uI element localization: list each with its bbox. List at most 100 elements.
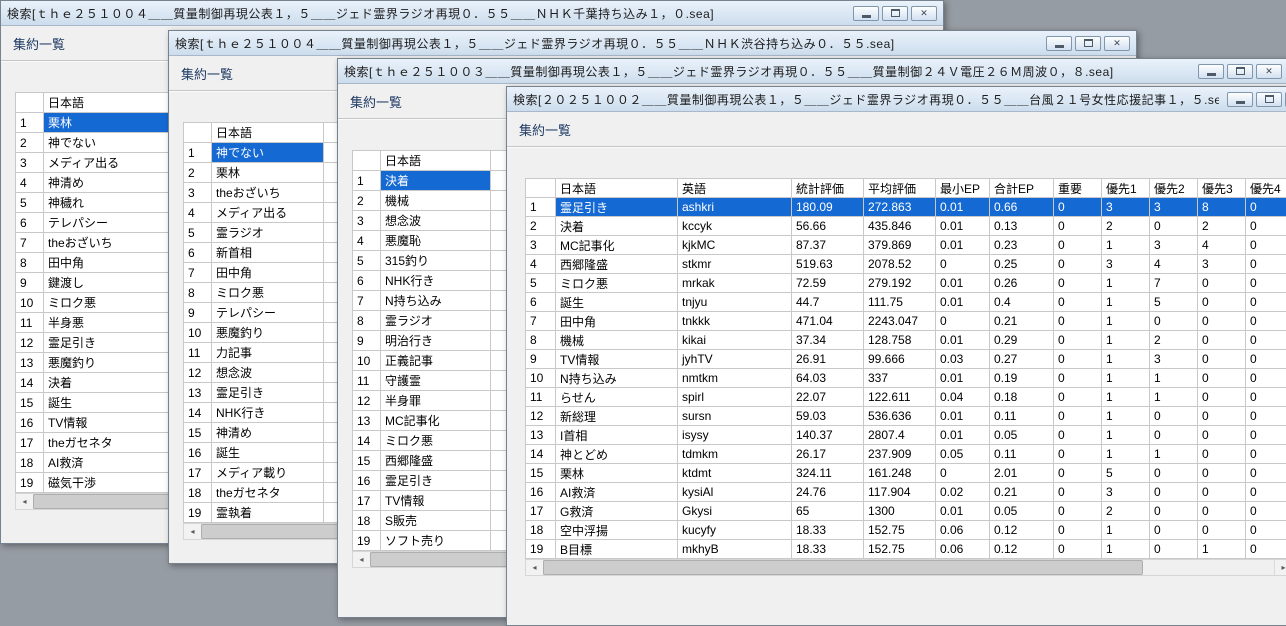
row-number-cell[interactable]: 5 bbox=[526, 274, 556, 293]
grid-cell[interactable]: 1 bbox=[1150, 445, 1198, 464]
grid-cell[interactable]: 140.37 bbox=[792, 426, 864, 445]
grid-cell[interactable]: 空中浮揚 bbox=[556, 521, 678, 540]
grid-cell[interactable]: メディア出る bbox=[212, 203, 324, 223]
grid-cell[interactable]: 0 bbox=[1246, 274, 1286, 293]
row-number-cell[interactable]: 19 bbox=[184, 503, 212, 523]
row-number-cell[interactable]: 15 bbox=[526, 464, 556, 483]
row-number-cell[interactable]: 1 bbox=[526, 198, 556, 217]
grid-cell[interactable]: 0.01 bbox=[936, 331, 990, 350]
grid-cell[interactable]: 0.18 bbox=[990, 388, 1054, 407]
row-number-cell[interactable]: 12 bbox=[16, 333, 44, 353]
table-row[interactable]: 19B目標mkhyB18.33152.750.060.1201010 bbox=[526, 540, 1286, 559]
scroll-thumb[interactable] bbox=[543, 560, 1143, 575]
table-row[interactable]: 12新総理sursn59.03536.6360.010.1101000 bbox=[526, 407, 1286, 426]
grid-cell[interactable]: 2807.4 bbox=[864, 426, 936, 445]
grid-cell[interactable]: kccyk bbox=[678, 217, 792, 236]
row-number-cell[interactable]: 4 bbox=[353, 231, 381, 251]
grid-cell[interactable]: 2 bbox=[1198, 217, 1246, 236]
scroll-left-button[interactable]: ◂ bbox=[353, 552, 371, 567]
grid-cell[interactable]: 0.01 bbox=[936, 426, 990, 445]
grid-cell[interactable]: 26.91 bbox=[792, 350, 864, 369]
grid-cell[interactable]: 279.192 bbox=[864, 274, 936, 293]
grid-cell[interactable]: 1 bbox=[1102, 236, 1150, 255]
row-number-cell[interactable]: 19 bbox=[353, 531, 381, 551]
row-number-cell[interactable]: 4 bbox=[184, 203, 212, 223]
grid-cell[interactable]: 337 bbox=[864, 369, 936, 388]
grid-cell[interactable]: 0 bbox=[1198, 426, 1246, 445]
row-number-cell[interactable]: 12 bbox=[526, 407, 556, 426]
grid-cell[interactable]: 0 bbox=[1246, 388, 1286, 407]
grid-cell[interactable]: 霊ラジオ bbox=[212, 223, 324, 243]
grid-cell[interactable]: sursn bbox=[678, 407, 792, 426]
grid-cell[interactable]: 0.01 bbox=[936, 198, 990, 217]
row-number-cell[interactable]: 16 bbox=[353, 471, 381, 491]
grid-cell[interactable]: 26.17 bbox=[792, 445, 864, 464]
grid-cell[interactable]: 72.59 bbox=[792, 274, 864, 293]
grid-cell[interactable]: 決着 bbox=[44, 373, 170, 393]
grid-cell[interactable]: 霊執着 bbox=[212, 503, 324, 523]
row-number-cell[interactable]: 19 bbox=[526, 540, 556, 559]
grid-cell[interactable]: 0 bbox=[1246, 331, 1286, 350]
scroll-left-button[interactable]: ◂ bbox=[526, 560, 544, 575]
grid-cell[interactable]: kjkMC bbox=[678, 236, 792, 255]
grid-cell[interactable]: I首相 bbox=[556, 426, 678, 445]
grid-cell[interactable]: mrkak bbox=[678, 274, 792, 293]
grid-cell[interactable]: 7 bbox=[1150, 274, 1198, 293]
grid-cell[interactable]: tdmkm bbox=[678, 445, 792, 464]
grid-cell[interactable]: 田中角 bbox=[212, 263, 324, 283]
grid-cell[interactable]: 22.07 bbox=[792, 388, 864, 407]
grid-cell[interactable]: 3 bbox=[1102, 198, 1150, 217]
grid-cell[interactable]: 霊ラジオ bbox=[381, 311, 491, 331]
grid-cell[interactable]: 霊足引き bbox=[381, 471, 491, 491]
grid-cell[interactable]: 0 bbox=[1054, 388, 1102, 407]
grid-cell[interactable]: 想念波 bbox=[212, 363, 324, 383]
row-number-cell[interactable]: 18 bbox=[16, 453, 44, 473]
row-number-cell[interactable]: 11 bbox=[184, 343, 212, 363]
grid-cell[interactable]: 0 bbox=[1246, 445, 1286, 464]
row-number-cell[interactable]: 2 bbox=[526, 217, 556, 236]
grid-cell[interactable]: 1 bbox=[1198, 540, 1246, 559]
grid-cell[interactable]: 新総理 bbox=[556, 407, 678, 426]
grid-cell[interactable]: 0.11 bbox=[990, 445, 1054, 464]
grid-cell[interactable]: 1 bbox=[1102, 312, 1150, 331]
grid-cell[interactable]: 機械 bbox=[556, 331, 678, 350]
row-number-cell[interactable]: 9 bbox=[526, 350, 556, 369]
grid-cell[interactable]: 122.611 bbox=[864, 388, 936, 407]
close-button[interactable]: ✕ bbox=[911, 6, 937, 21]
row-number-cell[interactable]: 17 bbox=[526, 502, 556, 521]
maximize-button[interactable] bbox=[1075, 36, 1101, 51]
row-number-cell[interactable]: 5 bbox=[16, 193, 44, 213]
grid-cell[interactable]: 0 bbox=[1054, 483, 1102, 502]
row-number-cell[interactable]: 1 bbox=[353, 171, 381, 191]
grid-cell[interactable]: kikai bbox=[678, 331, 792, 350]
grid-cell[interactable]: 0.19 bbox=[990, 369, 1054, 388]
column-header[interactable]: 統計評価 bbox=[792, 179, 864, 198]
table-row[interactable]: 10N持ち込みnmtkm64.033370.010.1901100 bbox=[526, 369, 1286, 388]
column-header[interactable]: 合計EP bbox=[990, 179, 1054, 198]
close-button[interactable]: ✕ bbox=[1256, 64, 1282, 79]
grid-cell[interactable]: 2 bbox=[1102, 502, 1150, 521]
grid-cell[interactable]: nmtkm bbox=[678, 369, 792, 388]
grid-cell[interactable]: 磁気干渉 bbox=[44, 473, 170, 493]
grid-cell[interactable]: 2 bbox=[1102, 217, 1150, 236]
grid-cell[interactable]: 0 bbox=[1246, 350, 1286, 369]
grid-cell[interactable]: 霊足引き bbox=[212, 383, 324, 403]
grid-cell[interactable]: 3 bbox=[1102, 255, 1150, 274]
grid-cell[interactable]: TV情報 bbox=[44, 413, 170, 433]
grid-cell[interactable]: theおざいち bbox=[44, 233, 170, 253]
grid-cell[interactable]: 0 bbox=[1150, 464, 1198, 483]
grid-cell[interactable]: ashkri bbox=[678, 198, 792, 217]
grid-cell[interactable]: 栗林 bbox=[212, 163, 324, 183]
table-row[interactable]: 1霊足引きashkri180.09272.8630.010.6603380 bbox=[526, 198, 1286, 217]
row-number-cell[interactable]: 8 bbox=[526, 331, 556, 350]
grid-cell[interactable]: 0.01 bbox=[936, 217, 990, 236]
row-number-cell[interactable]: 1 bbox=[16, 113, 44, 133]
row-number-cell[interactable]: 18 bbox=[184, 483, 212, 503]
grid-cell[interactable]: spirl bbox=[678, 388, 792, 407]
grid-cell[interactable]: 1300 bbox=[864, 502, 936, 521]
grid-cell[interactable]: 536.636 bbox=[864, 407, 936, 426]
grid-cell[interactable]: tnjyu bbox=[678, 293, 792, 312]
grid-cell[interactable]: isysy bbox=[678, 426, 792, 445]
grid-cell[interactable]: 鍵渡し bbox=[44, 273, 170, 293]
grid-cell[interactable]: 正義記事 bbox=[381, 351, 491, 371]
